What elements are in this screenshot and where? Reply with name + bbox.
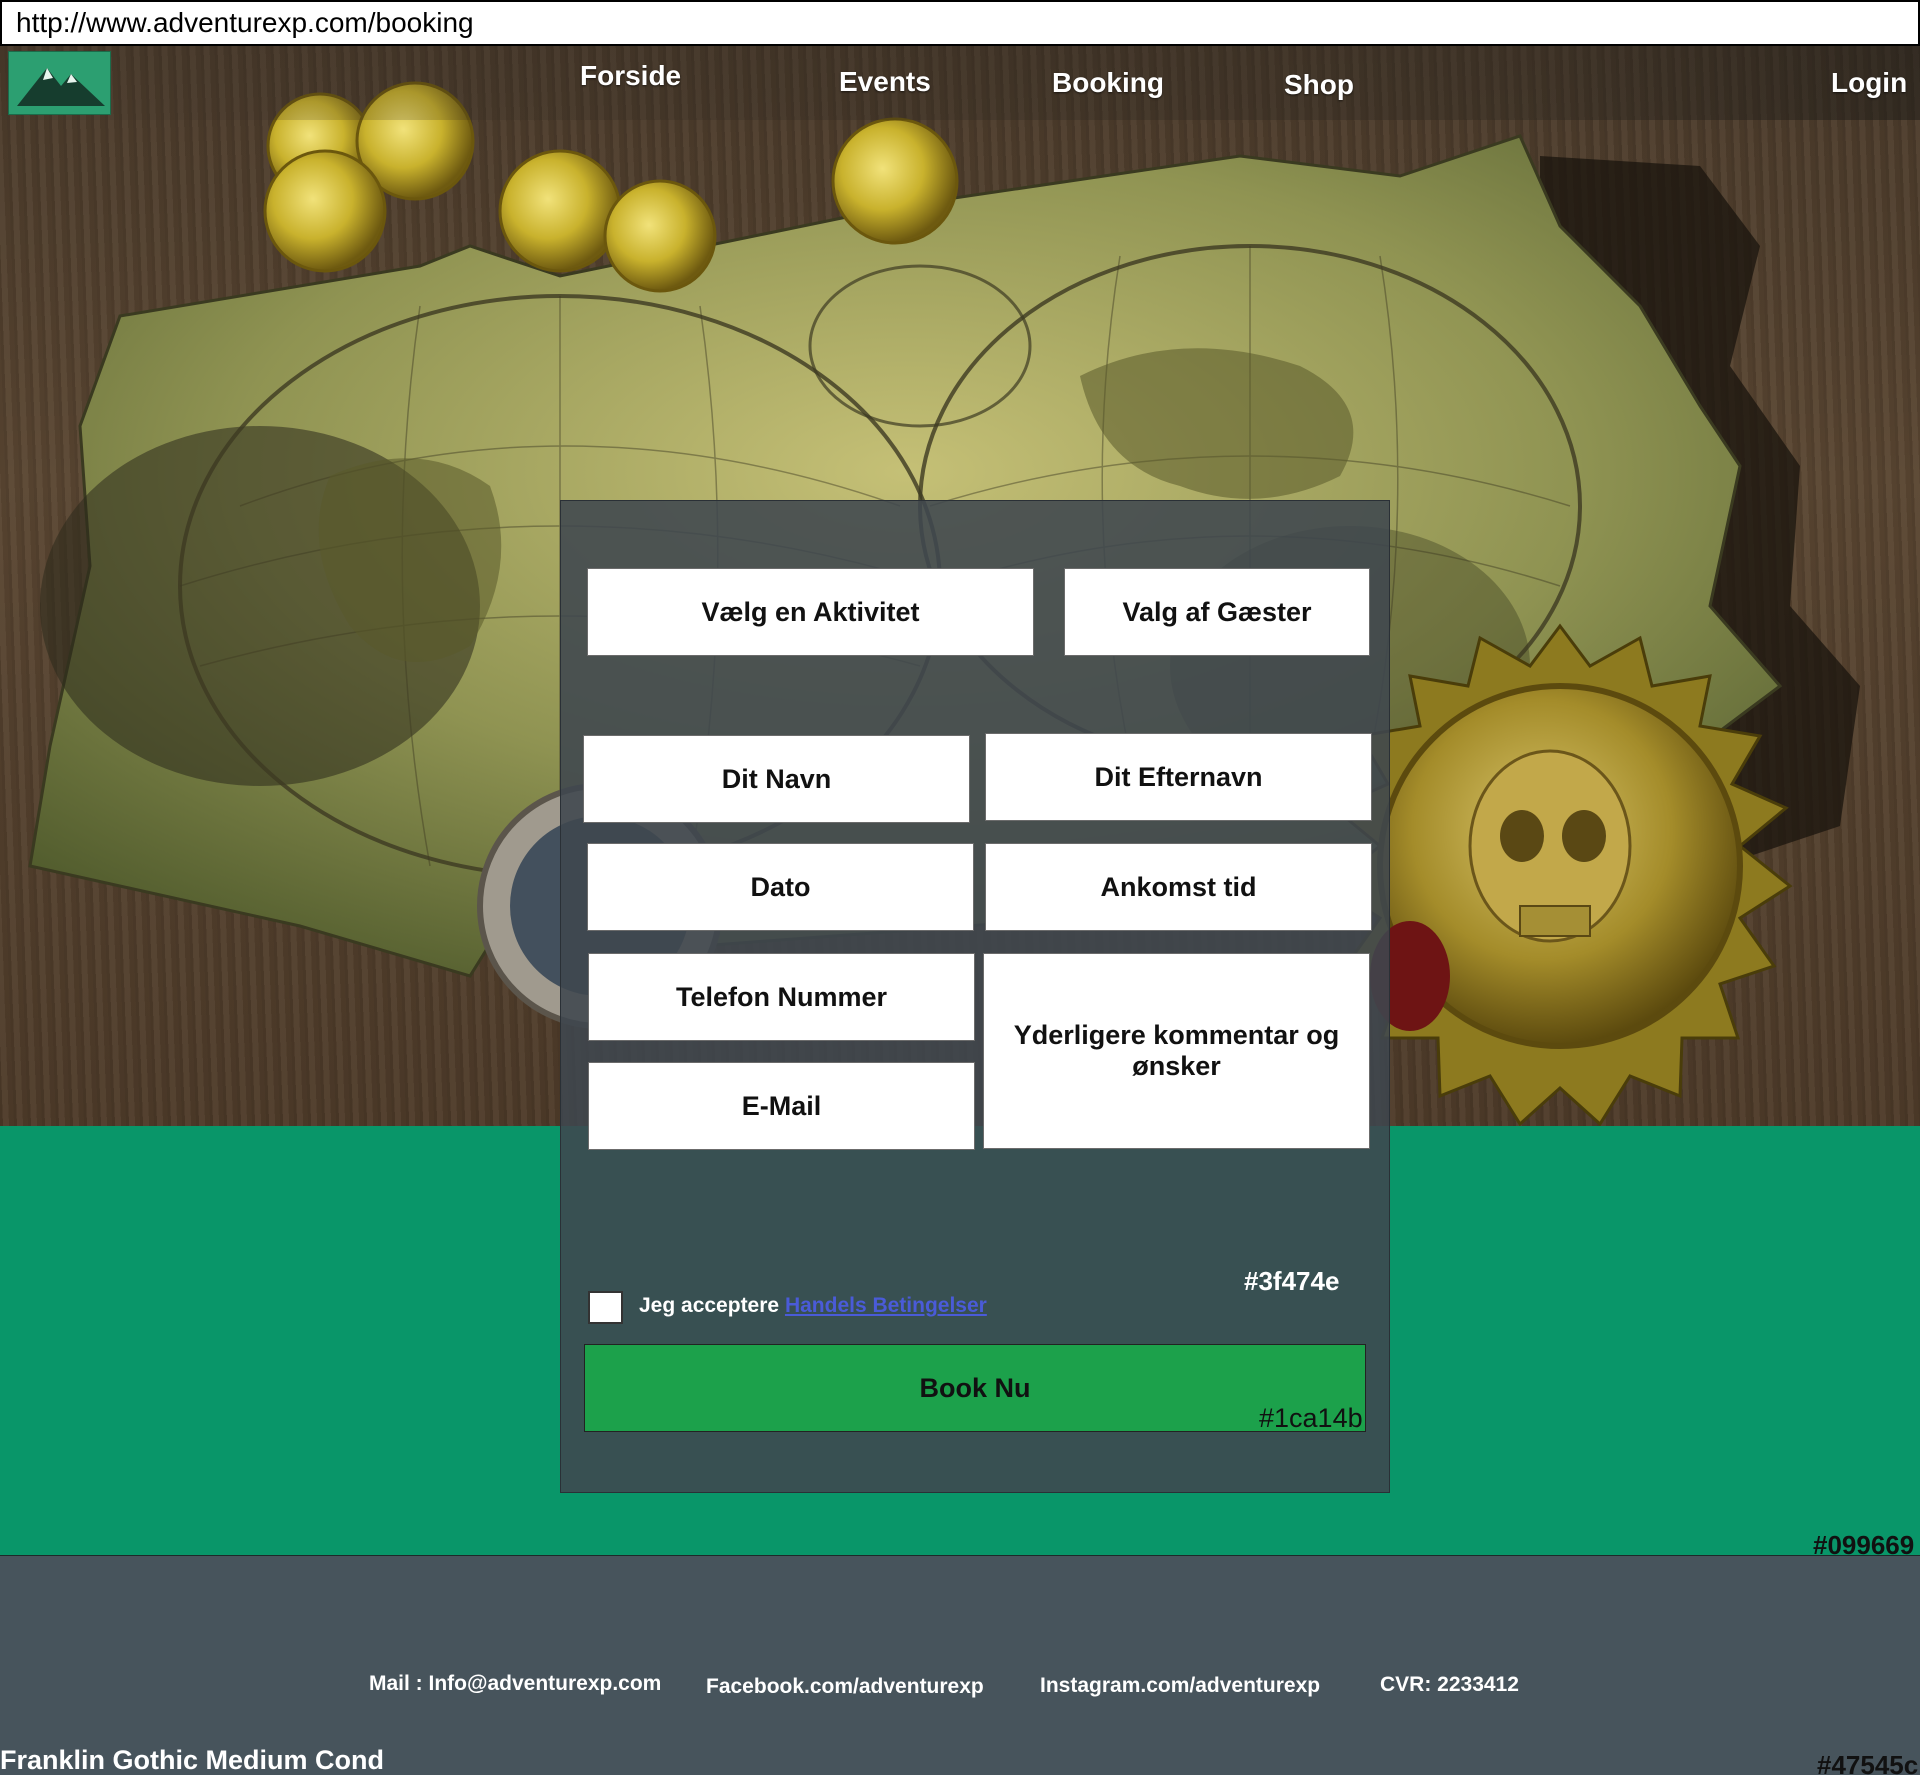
nav-item-forside[interactable]: Forside [580,60,681,92]
phone-label: Telefon Nummer [675,981,888,1012]
footer [0,1556,1920,1775]
footer-cvr: CVR: 2233412 [1380,1673,1519,1696]
email-label: E-Mail [741,1090,822,1121]
address-bar-url[interactable]: http://www.adventurexp.com/booking [16,7,474,39]
first-name-field[interactable]: Dit Navn [583,735,970,823]
guests-select[interactable]: Valg af Gæster [1064,568,1370,656]
last-name-label: Dit Efternavn [1094,761,1263,792]
guests-select-label: Valg af Gæster [1122,596,1312,627]
last-name-field[interactable]: Dit Efternavn [985,733,1372,821]
date-label: Dato [750,871,811,902]
comments-label: Yderligere kommentar og ønsker [1013,1020,1340,1081]
nav-item-events[interactable]: Events [839,66,931,98]
nav-item-shop[interactable]: Shop [1284,69,1354,101]
comments-textarea[interactable]: Yderligere kommentar og ønsker [983,953,1370,1149]
date-field[interactable]: Dato [587,843,974,931]
terms-accept-prefix: Jeg acceptere [639,1294,780,1317]
mountain-logo-icon [17,68,105,106]
terms-link[interactable]: Handels Betingelser [785,1294,987,1317]
first-name-label: Dit Navn [721,763,832,794]
button-color-annotation: #1ca14b [1259,1403,1363,1433]
phone-field[interactable]: Telefon Nummer [588,953,975,1041]
footer-instagram-link[interactable]: Instagram.com/adventurexp [1040,1674,1320,1698]
book-now-label: Book Nu [919,1372,1031,1403]
terms-accept-text: Jeg acceptere Handels Betingelser [639,1294,987,1318]
activity-select[interactable]: Vælg en Aktivitet [587,568,1034,656]
arrival-time-field[interactable]: Ankomst tid [985,843,1372,931]
footer-color-annotation: #47545c [1817,1750,1919,1780]
arrival-time-label: Ankomst tid [1100,871,1257,902]
font-annotation: Franklin Gothic Medium Cond [0,1745,384,1775]
nav-item-booking[interactable]: Booking [1052,67,1164,99]
top-navigation-bar [0,46,1920,120]
footer-facebook-link[interactable]: Facebook.com/adventurexp [706,1675,984,1699]
panel-color-annotation: #3f474e [1244,1266,1340,1296]
activity-select-label: Vælg en Aktivitet [701,596,920,627]
login-link[interactable]: Login [1831,67,1907,99]
address-bar[interactable]: http://www.adventurexp.com/booking [0,0,1920,46]
terms-checkbox[interactable] [588,1291,623,1324]
site-logo[interactable] [8,51,111,115]
footer-mail-link[interactable]: Mail : Info@adventurexp.com [369,1672,661,1696]
book-now-button[interactable]: Book Nu [584,1344,1366,1432]
email-field[interactable]: E-Mail [588,1062,975,1150]
